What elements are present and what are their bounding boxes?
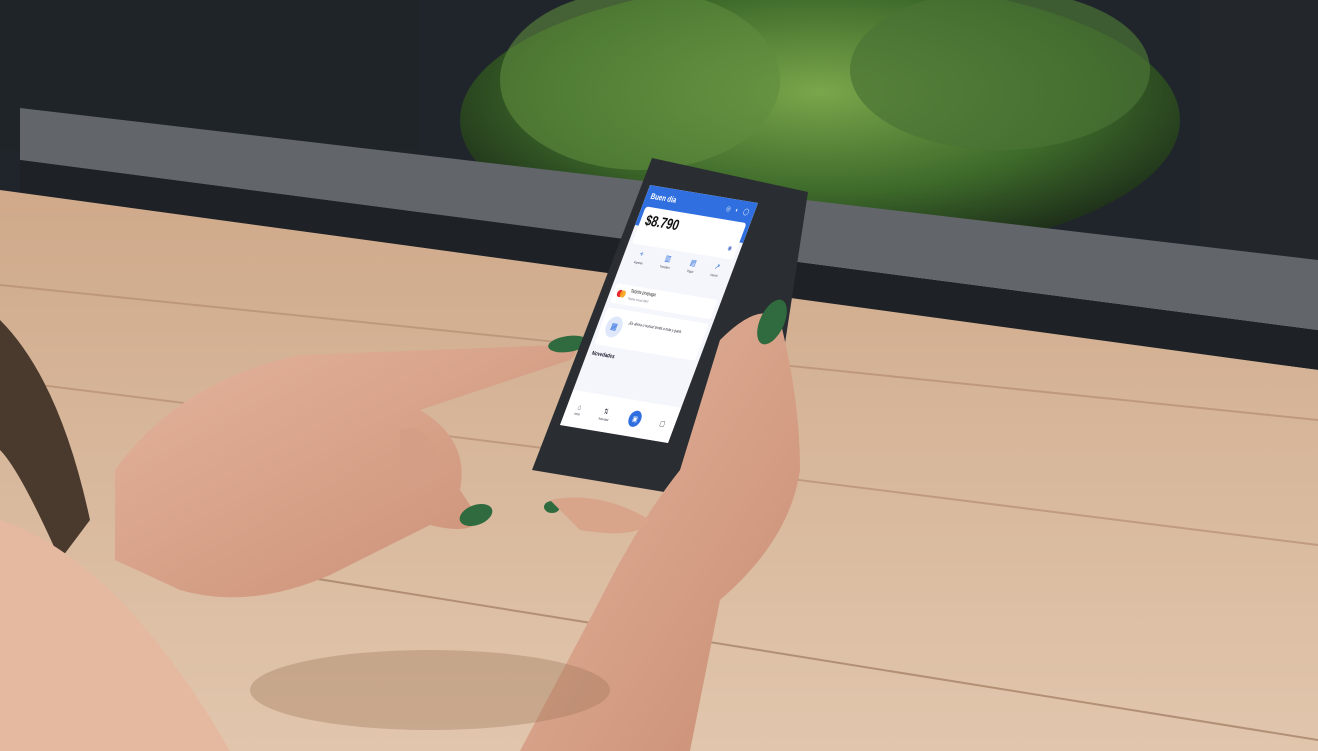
action-label: Pagar xyxy=(686,268,695,274)
home-icon: ⌂ xyxy=(576,402,583,412)
wallet-icon: ▢ xyxy=(658,418,667,428)
share-icon[interactable]: ◐ xyxy=(734,206,741,214)
action-label: Invertir xyxy=(709,272,719,278)
gift-icon: ▦ xyxy=(602,315,626,339)
action-pagar[interactable]: ▤ Pagar xyxy=(680,258,698,289)
nav-label: Inicio xyxy=(573,411,581,417)
activity-icon: ⇅ xyxy=(602,406,611,416)
chart-icon: ↗ xyxy=(712,262,722,272)
user-icon[interactable]: ◯ xyxy=(742,208,752,216)
qr-icon[interactable]: ▣ xyxy=(626,409,645,428)
plus-icon: + xyxy=(638,249,645,260)
action-invertir[interactable]: ↗ Invertir xyxy=(704,262,723,294)
action-transferir[interactable]: ▥ Transferir xyxy=(653,254,675,286)
action-label: Transferir xyxy=(659,264,671,270)
bank-icon: ▥ xyxy=(663,254,673,264)
balance-amount: $8.790 xyxy=(642,212,682,234)
nav-label: Actividad xyxy=(597,415,610,422)
eye-icon[interactable]: ◉ xyxy=(727,244,734,252)
action-label: Ingresar xyxy=(633,259,644,266)
card-subtitle: Tarjeta virtual 0000 xyxy=(627,296,649,304)
header-icons: ◎ ◐ ◯ xyxy=(725,205,752,216)
nav-inicio[interactable]: ⌂ Inicio xyxy=(574,403,584,417)
photo-scene: Buen día ◎ ◐ ◯ $8.790 ◉ + Ingresar ▥ Tra… xyxy=(0,0,1318,751)
bell-icon[interactable]: ◎ xyxy=(725,205,734,213)
greeting-text: Buen día xyxy=(649,192,678,206)
nav-actividad[interactable]: ⇅ Actividad xyxy=(597,406,613,422)
mastercard-icon xyxy=(615,289,627,298)
receipt-icon: ▤ xyxy=(688,258,698,269)
promo-text: ¡Es ahora o nunca! Invitá a más y ganá. xyxy=(627,321,683,335)
action-ingresar[interactable]: + Ingresar xyxy=(627,249,647,281)
nav-wallet[interactable]: ▢ xyxy=(658,418,667,429)
news-title: Novedades xyxy=(590,350,616,360)
